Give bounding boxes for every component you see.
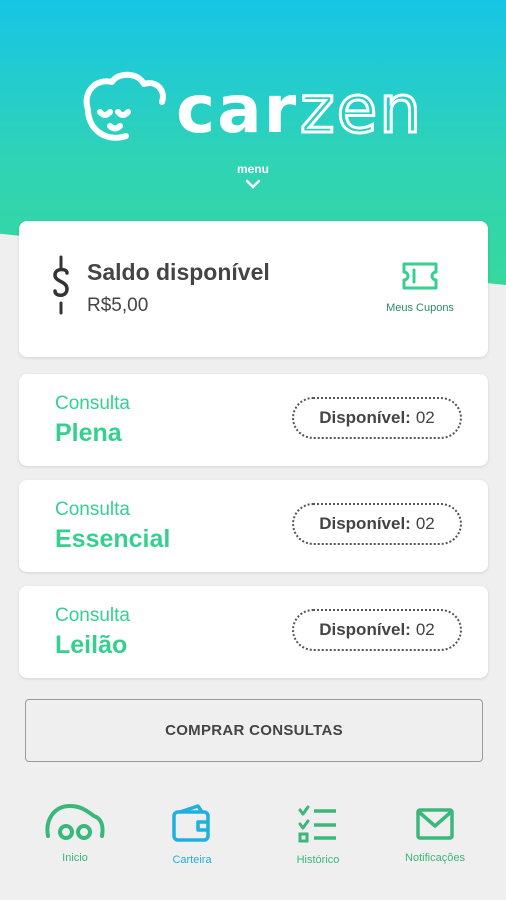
nav-item-carteira[interactable]: Carteira: [142, 804, 242, 866]
checklist-icon: [298, 805, 336, 843]
balance-title: Saldo disponível: [87, 259, 270, 285]
availability-label: Disponível:: [319, 620, 411, 639]
buy-consultations-button[interactable]: COMPRAR CONSULTAS: [25, 699, 483, 762]
nav-label: Notificações: [405, 852, 465, 864]
nav-item-inicio[interactable]: Inicio: [25, 802, 125, 864]
logo-text-car: car: [176, 71, 298, 148]
availability-badge: Disponível: 02: [292, 503, 462, 545]
availability-badge: Disponível: 02: [292, 609, 462, 651]
mail-icon: [416, 808, 454, 840]
availability-count: 02: [415, 408, 435, 427]
my-coupons-label: Meus Cupons: [386, 302, 454, 314]
balance-value: R$5,00: [87, 295, 149, 316]
wallet-icon: [172, 804, 210, 842]
nav-item-notificacoes[interactable]: Notificações: [385, 806, 485, 864]
consulta-card-leilao[interactable]: Consulta Leilão Disponível: 02: [19, 586, 488, 678]
consulta-label: Consulta: [55, 499, 130, 520]
dollar-icon: [53, 255, 69, 315]
availability-count: 02: [415, 620, 435, 639]
consulta-label: Consulta: [55, 393, 130, 414]
ticket-icon: [402, 262, 438, 290]
nav-item-historico[interactable]: Histórico: [268, 804, 368, 866]
consulta-card-essencial[interactable]: Consulta Essencial Disponível: 02: [19, 480, 488, 572]
availability-label: Disponível:: [319, 514, 411, 533]
consulta-label: Consulta: [55, 605, 130, 626]
logo-text-zen: zen: [300, 71, 423, 148]
bottom-navigation: Inicio Carteira Histórico Notificações: [0, 792, 506, 892]
consulta-name: Leilão: [55, 631, 128, 659]
availability-badge: Disponível: 02: [292, 397, 462, 439]
car-icon: [45, 803, 105, 840]
nav-label: Histórico: [296, 854, 340, 866]
consulta-name: Essencial: [55, 525, 171, 553]
nav-label: Carteira: [172, 854, 212, 866]
carzen-logo: car zen: [83, 70, 423, 150]
availability-count: 02: [415, 514, 435, 533]
nav-label: Inicio: [62, 852, 88, 864]
chevron-down-icon: [245, 179, 261, 189]
consulta-card-plena[interactable]: Consulta Plena Disponível: 02: [19, 374, 488, 466]
menu-label: menu: [236, 162, 269, 176]
my-coupons-button[interactable]: Meus Cupons: [375, 261, 465, 314]
consulta-name: Plena: [55, 419, 122, 447]
menu-toggle[interactable]: menu: [223, 162, 283, 196]
availability-label: Disponível:: [319, 408, 411, 427]
balance-card: Saldo disponível R$5,00 Meus Cupons: [19, 221, 488, 357]
